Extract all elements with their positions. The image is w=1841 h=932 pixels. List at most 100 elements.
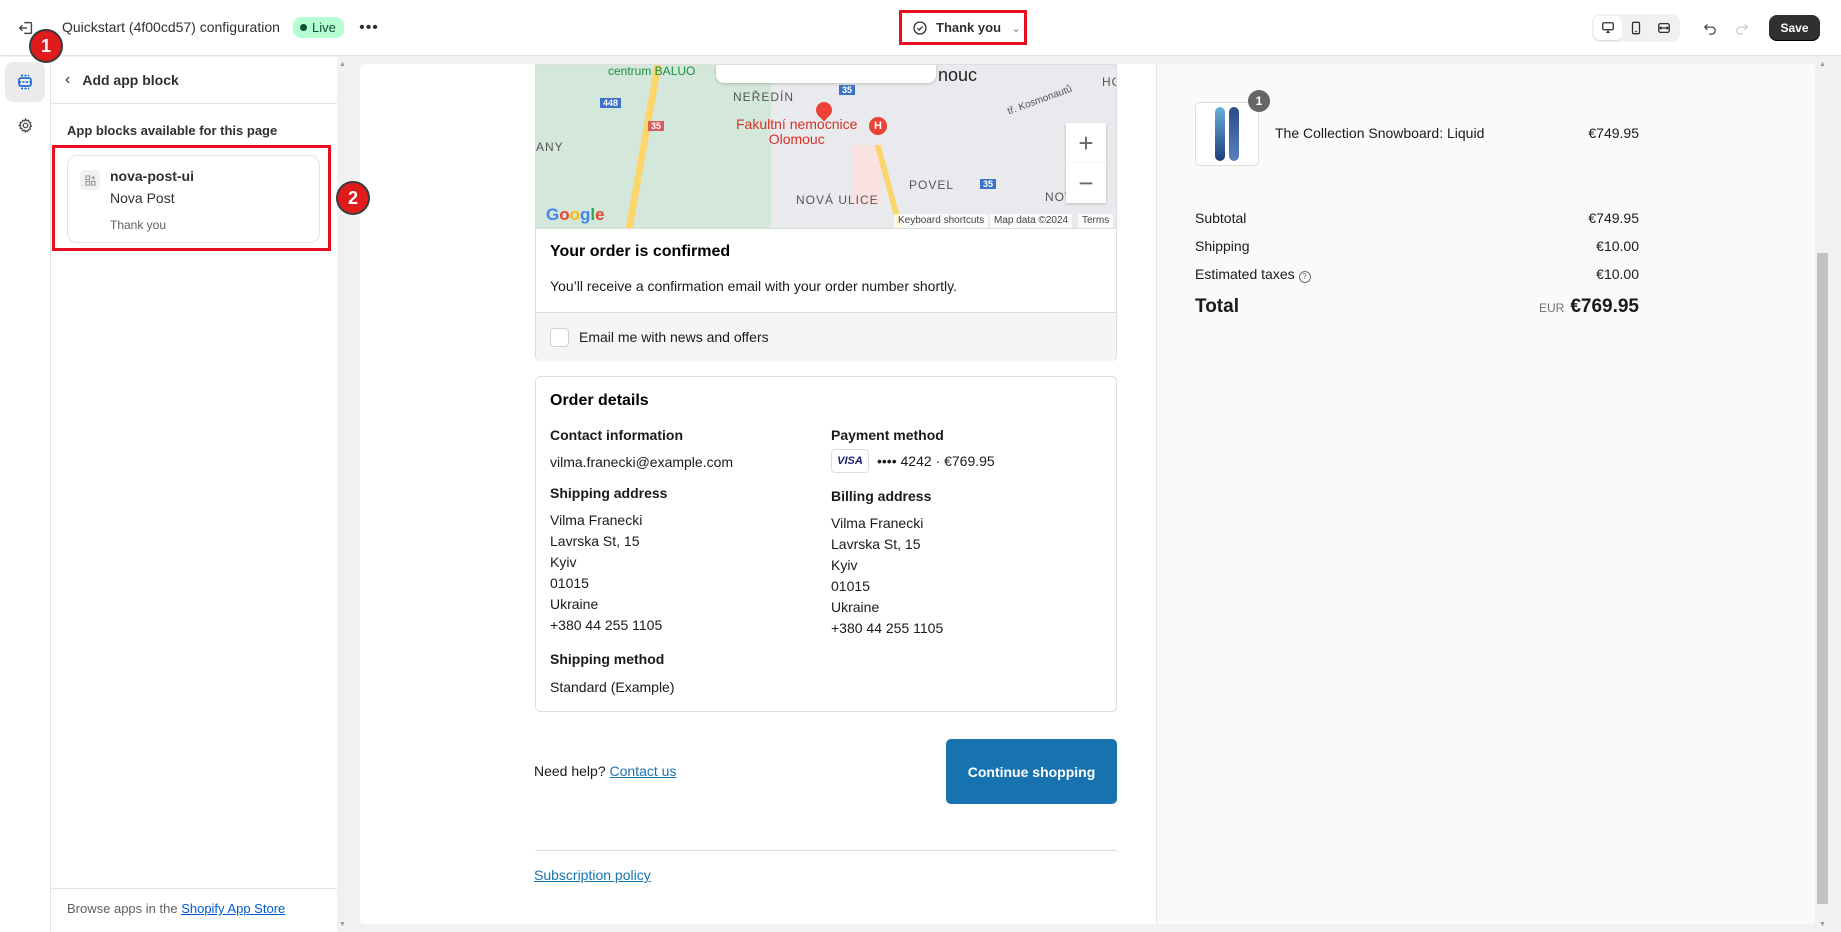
help-text: Need help?: [534, 763, 606, 779]
map-label: POVEL: [909, 178, 955, 192]
map-info-popup: [716, 65, 936, 83]
product-name: The Collection Snowboard: Liquid: [1275, 125, 1485, 141]
app-block-item[interactable]: nova-post-ui Nova Post Thank you: [67, 155, 320, 243]
mobile-icon: [1631, 21, 1641, 35]
map-zoom-out-button[interactable]: −: [1066, 163, 1106, 203]
product-thumbnail: [1195, 102, 1259, 166]
line-item: The Collection Snowboard: Liquid €749.95: [1275, 125, 1639, 141]
order-details-title: Order details: [550, 392, 649, 409]
chevron-left-icon: ‹: [65, 71, 71, 88]
taxes-row: Estimated taxes ? €10.00: [1195, 266, 1639, 283]
redo-button[interactable]: [1730, 16, 1754, 40]
billing-address-title: Billing address: [831, 488, 932, 504]
desktop-icon: [1602, 22, 1614, 34]
order-details-card: Order details Contact information vilma.…: [535, 376, 1117, 712]
panel-header: ‹ Add app block: [51, 57, 337, 104]
subtotal-value: €749.95: [1588, 210, 1639, 226]
status-badge: Live: [293, 17, 344, 38]
more-actions-button[interactable]: •••: [356, 16, 382, 40]
scroll-down-arrow-icon[interactable]: ▼: [339, 921, 346, 928]
preview-scrollbar[interactable]: ▲ ▼: [1815, 57, 1831, 932]
subscription-policy-link[interactable]: Subscription policy: [534, 867, 651, 883]
google-logo: Google: [546, 205, 605, 224]
fullscreen-icon: [1658, 22, 1670, 34]
map-label: nouc: [938, 65, 978, 85]
subtotal-label: Subtotal: [1195, 210, 1247, 226]
undo-button[interactable]: [1698, 16, 1722, 40]
map-zoom-in-button[interactable]: +: [1066, 123, 1106, 163]
page-selector-label: Thank you: [936, 20, 1002, 35]
shipping-method-title: Shipping method: [550, 651, 665, 667]
map-poi-label: Fakultní nemocnice Olomouc: [736, 116, 858, 147]
page-selector[interactable]: Thank you ⌄: [899, 10, 1027, 45]
add-app-block-panel: ‹ Add app block App blocks available for…: [51, 57, 337, 932]
rail-settings-button[interactable]: [5, 105, 45, 145]
scrollbar-thumb[interactable]: [1817, 253, 1828, 904]
help-circle-icon[interactable]: ?: [1298, 270, 1311, 283]
check-circle-icon: [913, 20, 927, 35]
contact-info-title: Contact information: [550, 427, 683, 443]
newsletter-label[interactable]: Email me with news and offers: [579, 329, 769, 345]
newsletter-checkbox[interactable]: [550, 328, 569, 347]
total-label: Total: [1195, 296, 1239, 317]
gear-icon: [17, 117, 32, 133]
subtotal-row: Subtotal €749.95: [1195, 210, 1639, 226]
more-icon: •••: [359, 19, 379, 36]
map-data-attribution: Map data ©2024: [990, 214, 1073, 228]
road-shield: 35: [980, 179, 997, 189]
annotation-marker-2: 2: [336, 181, 370, 215]
snowboard-image: [1215, 107, 1225, 161]
total-row: Total EUR €769.95: [1195, 296, 1639, 318]
rail-sections-button[interactable]: [5, 62, 45, 102]
footer-text: Browse apps in the: [67, 901, 182, 916]
section-title: App blocks available for this page: [67, 123, 278, 138]
fullscreen-view-button[interactable]: [1650, 16, 1678, 40]
order-confirmation-card: Your order is confirmed You’ll receive a…: [535, 228, 1117, 361]
panel-title: Add app block: [82, 72, 179, 88]
mobile-view-button[interactable]: [1622, 16, 1650, 40]
order-summary: 1 The Collection Snowboard: Liquid €749.…: [1156, 64, 1815, 924]
save-button[interactable]: Save: [1769, 15, 1820, 41]
map-label: ANY: [536, 140, 564, 154]
shipping-label: Shipping: [1195, 238, 1250, 254]
scroll-up-arrow-icon[interactable]: ▲: [339, 61, 346, 68]
map[interactable]: centrum BALUO NEŘEDÍN ANY Fakultní nemoc…: [535, 64, 1117, 228]
keyboard-shortcuts-link[interactable]: Keyboard shortcuts: [894, 214, 989, 228]
scroll-up-arrow-icon[interactable]: ▲: [1819, 61, 1826, 68]
payment-details: •••• 4242 · €769.95: [877, 453, 995, 469]
help-row: Need help? Contact us: [534, 763, 676, 779]
icon-rail: [0, 57, 51, 932]
taxes-label: Estimated taxes: [1195, 266, 1295, 282]
back-button[interactable]: ‹: [65, 71, 70, 89]
shipping-address: Vilma Franecki Lavrska St, 15 Kyiv 01015…: [550, 512, 663, 633]
map-terms-link[interactable]: Terms: [1078, 214, 1114, 228]
confirmation-title: Your order is confirmed: [550, 243, 731, 260]
continue-shopping-button[interactable]: Continue shopping: [946, 739, 1117, 804]
status-label: Live: [312, 20, 336, 35]
shipping-method: Standard (Example): [550, 679, 675, 695]
status-dot: [300, 24, 307, 31]
visa-card-icon: VISA: [831, 449, 869, 473]
app-block-page: Thank you: [110, 218, 167, 232]
shipping-address-title: Shipping address: [550, 485, 668, 501]
chevron-down-icon: ⌄: [1011, 20, 1022, 35]
road-shield: 35: [648, 121, 665, 131]
app-block-app-name: Nova Post: [110, 190, 175, 206]
panel-footer: Browse apps in the Shopify App Store: [51, 888, 337, 932]
currency-code: EUR: [1538, 301, 1565, 315]
scroll-down-arrow-icon[interactable]: ▼: [1819, 921, 1826, 928]
device-toggle: [1592, 14, 1680, 42]
map-label: HO: [1102, 75, 1116, 89]
desktop-view-button[interactable]: [1594, 16, 1622, 40]
contact-email: vilma.franecki@example.com: [550, 454, 734, 470]
road-shield: 448: [600, 98, 622, 108]
shopify-app-store-link[interactable]: Shopify App Store: [181, 901, 285, 916]
app-block-name: nova-post-ui: [110, 168, 194, 184]
shipping-value: €10.00: [1596, 238, 1639, 254]
shipping-row: Shipping €10.00: [1195, 238, 1639, 254]
billing-address: Vilma Franecki Lavrska St, 15 Kyiv 01015…: [831, 515, 944, 636]
newsletter-row: Email me with news and offers: [536, 312, 1116, 361]
sections-icon: [18, 74, 32, 90]
contact-us-link[interactable]: Contact us: [610, 763, 677, 779]
snowboard-image: [1229, 107, 1239, 161]
